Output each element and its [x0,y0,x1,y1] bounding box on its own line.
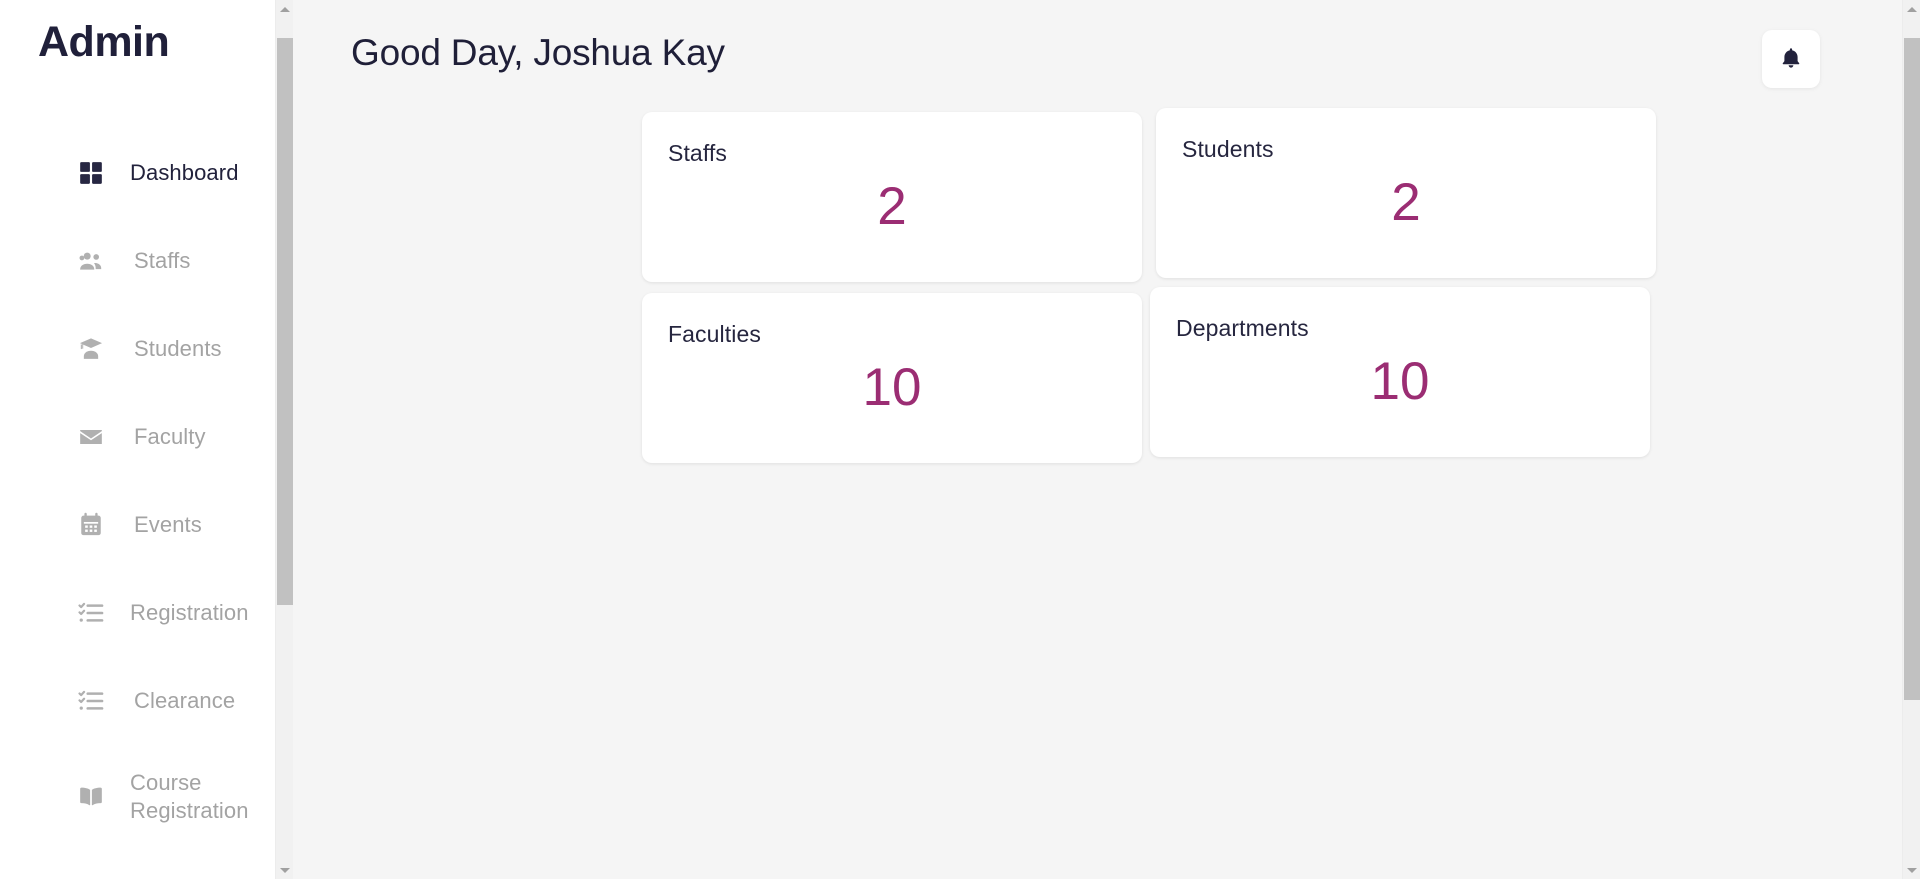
people-icon [78,248,104,274]
stats-cards-area: Staffs 2 Students 2 Faculties 10 Departm… [293,108,1920,463]
sidebar-brand-title: Admin [38,18,170,66]
notifications-button[interactable] [1762,30,1820,88]
card-slot-students: Students 2 [1156,108,1656,278]
main-content: Good Day, Joshua Kay Staffs 2 Students 2… [293,0,1920,879]
sidebar-item-dashboard[interactable]: Dashboard [0,129,293,217]
card-slot-departments: Departments 10 [1150,287,1650,463]
envelope-icon [78,424,104,450]
grid-icon [78,160,104,186]
stat-card-value: 10 [862,358,922,417]
sidebar-content: Admin Dashboard Staffs Students Faculty … [0,0,293,849]
stats-row-2: Faculties 10 Departments 10 [642,282,1920,463]
calendar-icon [78,512,104,538]
scroll-down-arrow-icon[interactable] [276,861,293,879]
graduate-icon [78,336,104,362]
sidebar: Admin Dashboard Staffs Students Faculty … [0,0,293,879]
sidebar-item-label: Staffs [134,248,191,274]
sidebar-nav: Dashboard Staffs Students Faculty Events… [0,129,293,849]
page-header: Good Day, Joshua Kay [293,0,1920,108]
stat-card-departments[interactable]: Departments 10 [1150,287,1650,457]
sidebar-scrollbar[interactable] [275,0,293,879]
stat-card-label: Students [1182,136,1274,162]
scroll-up-arrow-icon[interactable] [1903,0,1920,18]
bell-icon [1779,46,1803,73]
sidebar-item-clearance[interactable]: Clearance [0,657,293,745]
sidebar-item-events[interactable]: Events [0,481,293,569]
main-inner: Good Day, Joshua Kay Staffs 2 Students 2… [293,0,1920,879]
sidebar-item-faculty[interactable]: Faculty [0,393,293,481]
page-title: Good Day, Joshua Kay [351,32,725,73]
scroll-up-arrow-icon[interactable] [276,0,293,18]
stat-card-value: 2 [1391,173,1421,232]
sidebar-item-students[interactable]: Students [0,305,293,393]
stat-card-label: Departments [1176,315,1309,341]
card-slot-staffs: Staffs 2 [642,112,1142,282]
sidebar-item-label: Clearance [134,688,236,714]
stat-card-students[interactable]: Students 2 [1156,108,1656,278]
sidebar-item-label: Course Registration [130,770,249,824]
stat-card-label: Staffs [668,140,727,166]
page-scrollbar[interactable] [1902,0,1920,879]
stats-row-1: Staffs 2 Students 2 [642,108,1920,282]
stat-card-faculties[interactable]: Faculties 10 [642,293,1142,463]
checklist-icon [78,600,104,626]
stat-card-value: 10 [1370,352,1430,411]
sidebar-item-registration[interactable]: Registration [0,569,293,657]
stat-card-label: Faculties [668,321,761,347]
book-icon [78,784,104,810]
stat-card-staffs[interactable]: Staffs 2 [642,112,1142,282]
sidebar-scrollbar-thumb[interactable] [277,38,293,605]
admin-dashboard-app: Admin Dashboard Staffs Students Faculty … [0,0,1920,879]
sidebar-item-label: Dashboard [130,160,239,186]
scroll-down-arrow-icon[interactable] [1903,861,1920,879]
sidebar-item-label: Registration [130,600,249,626]
stat-card-value: 2 [877,177,907,236]
sidebar-item-staffs[interactable]: Staffs [0,217,293,305]
card-slot-faculties: Faculties 10 [642,293,1142,463]
sidebar-item-label: Students [134,336,222,362]
checklist-icon [78,688,104,714]
page-scrollbar-thumb[interactable] [1904,38,1920,700]
sidebar-item-label: Events [134,512,202,538]
sidebar-item-course-registration[interactable]: Course Registration [0,745,293,849]
sidebar-item-label: Faculty [134,424,206,450]
